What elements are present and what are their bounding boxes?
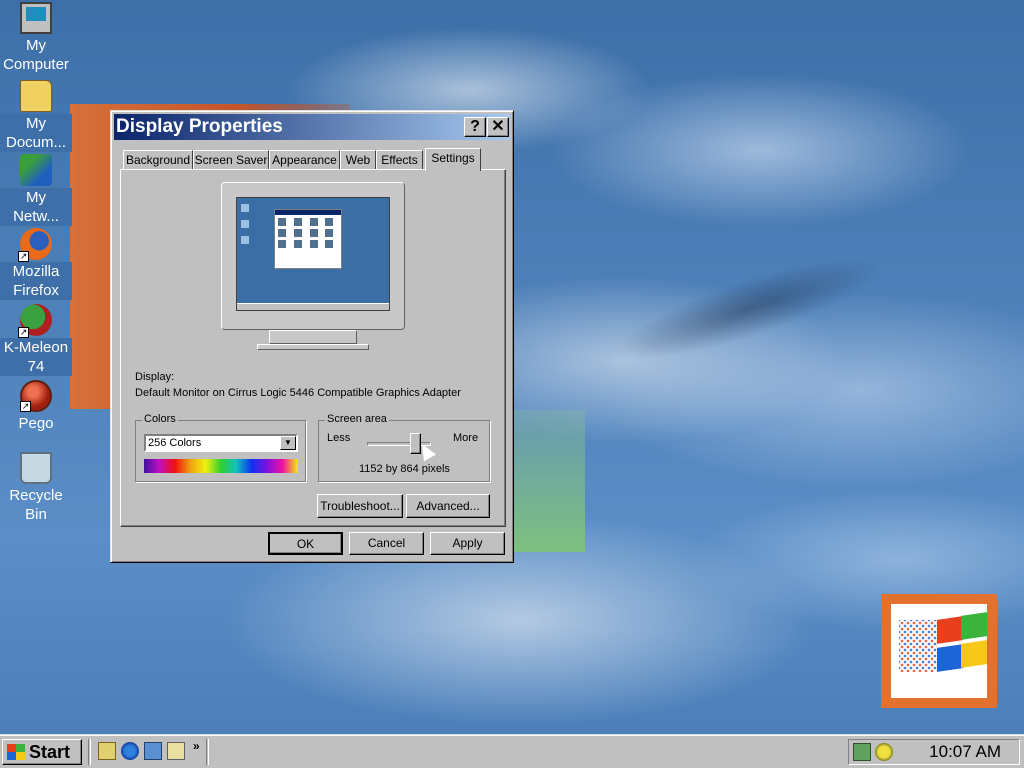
- desktop-icon-label: Firefox: [0, 281, 72, 300]
- advanced-button[interactable]: Advanced...: [406, 494, 490, 518]
- my-computer-icon: [20, 2, 52, 34]
- desktop-icon-label: Pego: [18, 415, 54, 432]
- chevron-down-icon[interactable]: ▼: [280, 436, 296, 450]
- internet-explorer-icon[interactable]: [121, 742, 139, 760]
- display-label: Display:: [135, 371, 175, 383]
- cancel-button[interactable]: Cancel: [349, 532, 424, 555]
- logo-flag-blue: [937, 644, 963, 672]
- key-tray-icon[interactable]: [875, 743, 893, 761]
- desktop-icon-label: Recycle: [9, 487, 63, 504]
- kmeleon-icon: ↗: [18, 304, 52, 338]
- quicklaunch-overflow-icon[interactable]: »: [193, 739, 200, 753]
- troubleshoot-button[interactable]: Troubleshoot...: [317, 494, 403, 518]
- outlook-express-icon[interactable]: [144, 742, 162, 760]
- colors-selected-value: 256 Colors: [148, 437, 202, 449]
- monitor-foot: [257, 344, 369, 350]
- screen-area-legend: Screen area: [325, 413, 389, 425]
- dialog-titlebar[interactable]: Display Properties ? ✕: [114, 114, 510, 140]
- pego-icon: ↗: [20, 380, 52, 412]
- tab-background[interactable]: Background: [123, 150, 193, 170]
- wallpaper-figure: [544, 148, 936, 412]
- taskbar-separator: [206, 739, 209, 765]
- windows-logo: [881, 594, 997, 708]
- desktop-icon-label: 74: [0, 357, 72, 376]
- mini-taskbar: [237, 303, 389, 310]
- tab-settings[interactable]: Settings: [425, 148, 481, 171]
- help-button[interactable]: ?: [464, 117, 486, 137]
- desktop-icon-my-documents[interactable]: My Docum...: [0, 80, 72, 152]
- my-documents-icon: [20, 80, 52, 112]
- ok-button[interactable]: OK: [268, 532, 343, 555]
- desktop-icon-my-network[interactable]: My Netw...: [0, 154, 72, 226]
- desktop-icon-label: Mozilla: [0, 262, 72, 281]
- monitor-screen: [236, 197, 390, 311]
- desktop-icon-my-computer[interactable]: My Computer: [0, 2, 72, 74]
- taskbar: Start » 10:07 AM: [0, 734, 1024, 768]
- system-tray: 10:07 AM: [848, 739, 1020, 765]
- tab-effects[interactable]: Effects: [376, 150, 423, 170]
- shortcut-arrow-icon: ↗: [18, 327, 29, 338]
- desktop-icon-label: My: [0, 114, 72, 133]
- mini-desktop-icon: [241, 204, 249, 212]
- tab-web[interactable]: Web: [340, 150, 376, 170]
- tab-screen-saver[interactable]: Screen Saver: [193, 150, 269, 170]
- desktop-icon-label: My: [0, 188, 72, 207]
- colors-legend: Colors: [142, 413, 178, 425]
- logo-flag-green: [961, 612, 987, 640]
- colors-select[interactable]: 256 Colors ▼: [144, 434, 298, 452]
- tab-appearance[interactable]: Appearance: [269, 150, 340, 170]
- desktop-icon-label: K-Meleon: [0, 338, 72, 357]
- start-button[interactable]: Start: [2, 739, 82, 765]
- resolution-label: 1152 by 864 pixels: [359, 463, 450, 475]
- search-icon[interactable]: [167, 742, 185, 760]
- desktop-icon-firefox[interactable]: ↗ Mozilla Firefox: [0, 228, 72, 300]
- windows-flag-icon: [7, 744, 25, 760]
- firefox-icon: ↗: [18, 228, 52, 262]
- close-button[interactable]: ✕: [487, 117, 509, 137]
- settings-panel: Display: Default Monitor on Cirrus Logic…: [120, 169, 506, 527]
- color-spectrum-bar: [144, 459, 298, 473]
- monitor-stand: [269, 330, 357, 344]
- mini-desktop-icon: [241, 220, 249, 228]
- desktop-icon-label: Computer: [3, 56, 69, 73]
- network-tray-icon[interactable]: [853, 743, 871, 761]
- mini-window-icons: [275, 215, 341, 251]
- dialog-title: Display Properties: [116, 116, 283, 137]
- clock[interactable]: 10:07 AM: [929, 740, 1001, 764]
- recycle-bin-icon: [20, 452, 52, 484]
- desktop-icon-label: My: [26, 37, 46, 54]
- apply-button[interactable]: Apply: [430, 532, 505, 555]
- show-desktop-icon[interactable]: [98, 742, 116, 760]
- logo-flag-red: [937, 616, 963, 644]
- start-label: Start: [29, 742, 71, 762]
- mini-window: [274, 209, 342, 269]
- monitor-preview: [221, 182, 405, 330]
- logo-flag-yellow: [961, 640, 987, 668]
- desktop-icon-kmeleon[interactable]: ↗ K-Meleon 74: [0, 304, 72, 376]
- taskbar-separator: [88, 739, 91, 765]
- desktop-icon-recycle-bin[interactable]: Recycle Bin: [0, 452, 72, 524]
- my-network-icon: [20, 154, 52, 186]
- logo-dots: [899, 620, 937, 672]
- wallpaper-green-band: [505, 410, 585, 552]
- slider-more-label: More: [453, 432, 479, 444]
- desktop-icon-label: Bin: [25, 506, 47, 523]
- mini-desktop-icon: [241, 236, 249, 244]
- display-properties-dialog: Display Properties ? ✕ Background Screen…: [110, 110, 514, 563]
- colors-group: Colors 256 Colors ▼: [135, 413, 306, 482]
- shortcut-arrow-icon: ↗: [20, 401, 31, 412]
- desktop-icon-pego[interactable]: ↗ Pego: [0, 380, 72, 433]
- screen-area-group: Screen area Less More 1152 by 864 pixels: [318, 413, 490, 482]
- slider-less-label: Less: [327, 432, 351, 444]
- display-adapter-value: Default Monitor on Cirrus Logic 5446 Com…: [135, 387, 461, 399]
- shortcut-arrow-icon: ↗: [18, 251, 29, 262]
- desktop-icon-label: Docum...: [0, 133, 72, 152]
- desktop-icon-label: Netw...: [0, 207, 72, 226]
